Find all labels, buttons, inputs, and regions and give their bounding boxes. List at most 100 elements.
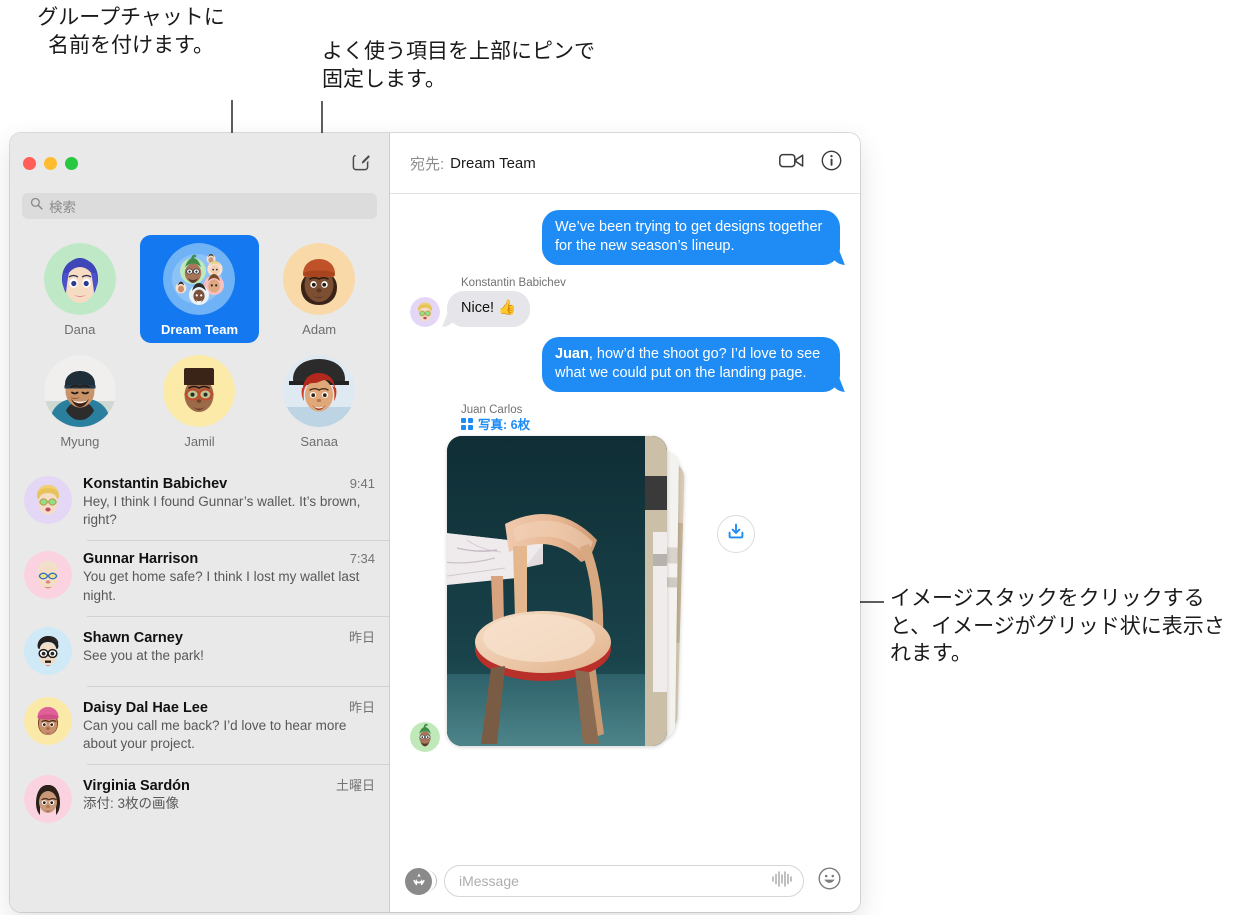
download-icon xyxy=(727,522,745,545)
minimize-button[interactable] xyxy=(44,156,57,170)
video-camera-icon[interactable] xyxy=(779,152,804,174)
list-item-time: 9:41 xyxy=(349,476,375,491)
avatar xyxy=(163,355,236,427)
conversation-pane: 宛先: Dream Team We’ve been trying to get … xyxy=(390,133,860,912)
callout-image-stack: イメージスタックをクリックすると、イメージがグリッド状に表示されます。 xyxy=(890,587,1225,666)
emoji-picker-button[interactable] xyxy=(816,867,842,895)
list-item[interactable]: Shawn Carney 昨日 See you at the park! xyxy=(10,615,389,686)
message-mention: Juan xyxy=(555,346,589,363)
pinned-conversations: Dana Dream Team Adam Myung Jamil Sanaa xyxy=(10,229,389,465)
image-stack[interactable] xyxy=(447,435,685,752)
search-icon xyxy=(30,197,43,215)
avatar xyxy=(24,626,72,675)
pinned-chat-label: Myung xyxy=(60,434,100,449)
message-group-incoming: Konstantin Babichev Nice! 👍 xyxy=(410,277,840,328)
pinned-chat-jamil[interactable]: Jamil xyxy=(140,347,260,455)
list-item-time: 土曜日 xyxy=(335,778,375,794)
pinned-chat-dream-team[interactable]: Dream Team xyxy=(139,235,260,343)
search-input[interactable]: 検索 xyxy=(22,193,377,219)
download-button[interactable] xyxy=(717,514,755,553)
attachment-sender-name: Juan Carlos xyxy=(461,404,523,417)
avatar xyxy=(24,476,72,524)
list-item-name: Daisy Dal Hae Lee xyxy=(83,699,208,716)
avatar xyxy=(283,355,356,427)
conversation-header: 宛先: Dream Team xyxy=(390,133,860,194)
emoji-smiley-icon xyxy=(817,867,841,895)
avatar xyxy=(410,297,440,328)
callout-pin-favorites: よく使う項目を上部にピンで固定します。 xyxy=(322,40,595,91)
list-item[interactable]: Virginia Sardón 土曜日 添付: 3枚の画像 xyxy=(10,764,389,834)
imessage-input[interactable]: iMessage xyxy=(444,865,804,897)
pinned-chat-label: Sanaa xyxy=(300,434,338,449)
message-bubble-outgoing[interactable]: Juan, how’d the shoot go? I’d love to se… xyxy=(542,337,840,393)
avatar xyxy=(24,775,72,824)
message-row-outgoing: We’ve been trying to get designs togethe… xyxy=(410,210,840,266)
search-placeholder: 検索 xyxy=(49,200,76,215)
list-item-body: Konstantin Babichev 9:41 Hey, I think I … xyxy=(83,476,375,529)
attachment-kind-label: 写真: 6枚 xyxy=(478,418,531,433)
info-icon[interactable] xyxy=(821,150,842,176)
window-traffic-lights xyxy=(23,156,78,170)
list-item-time: 7:34 xyxy=(349,551,375,567)
conversation-list: Konstantin Babichev 9:41 Hey, I think I … xyxy=(10,465,389,912)
pinned-chat-label: Dream Team xyxy=(160,322,239,337)
app-store-icon xyxy=(411,871,427,892)
zoom-button[interactable] xyxy=(65,156,78,170)
avatar xyxy=(283,243,356,315)
attachment-header: Juan Carlos 写真: 6枚 xyxy=(461,404,840,433)
list-item-body: Gunnar Harrison 7:34 You get home safe? … xyxy=(83,551,375,604)
avatar xyxy=(43,243,116,315)
list-item-body: Virginia Sardón 土曜日 添付: 3枚の画像 xyxy=(83,775,375,823)
list-item-time: 昨日 xyxy=(348,629,375,645)
app-store-button[interactable] xyxy=(405,867,437,895)
list-item-name: Konstantin Babichev xyxy=(83,476,228,492)
list-item-snippet: See you at the park! xyxy=(83,647,204,663)
message-composer: iMessage xyxy=(390,850,860,912)
attachment-kind[interactable]: 写真: 6枚 xyxy=(461,417,840,433)
imessage-placeholder: iMessage xyxy=(459,873,519,889)
group-avatar xyxy=(163,243,236,315)
photo-grid-icon xyxy=(461,417,473,433)
pinned-chat-dana[interactable]: Dana xyxy=(20,235,140,343)
pinned-chat-adam[interactable]: Adam xyxy=(259,235,379,343)
pinned-chat-sanaa[interactable]: Sanaa xyxy=(259,347,379,455)
list-item-time: 昨日 xyxy=(348,699,375,715)
close-button[interactable] xyxy=(23,156,36,170)
sidebar-titlebar xyxy=(10,133,389,193)
pinned-chat-label: Dana xyxy=(64,322,96,337)
attachment-stack-row xyxy=(410,435,840,752)
avatar xyxy=(43,355,116,427)
list-item-name: Virginia Sardón xyxy=(83,778,190,795)
list-item[interactable]: Konstantin Babichev 9:41 Hey, I think I … xyxy=(10,465,389,540)
avatar xyxy=(410,721,440,752)
messages-window: 検索 Dana Dream Team Adam Myung Jamil Sana… xyxy=(10,133,860,912)
message-thread: We’ve been trying to get designs togethe… xyxy=(390,194,860,850)
list-item[interactable]: Gunnar Harrison 7:34 You get home safe? … xyxy=(10,540,389,615)
pinned-chat-myung[interactable]: Myung xyxy=(20,347,140,455)
pinned-chat-label: Jamil xyxy=(184,434,215,449)
list-item-snippet: Hey, I think I found Gunnar’s wallet. It… xyxy=(83,494,361,528)
list-item[interactable]: Daisy Dal Hae Lee 昨日 Can you call me bac… xyxy=(10,685,389,764)
list-item-snippet: You get home safe? I think I lost my wal… xyxy=(83,569,360,603)
pinned-chat-label: Adam xyxy=(302,322,337,337)
message-bubble-outgoing[interactable]: We’ve been trying to get designs togethe… xyxy=(542,210,840,266)
attachment-block: Juan Carlos 写真: 6枚 xyxy=(410,404,840,752)
recipient-name[interactable]: Dream Team xyxy=(450,155,536,172)
message-bubble-incoming[interactable]: Nice! 👍 xyxy=(447,291,531,328)
message-row-outgoing: Juan, how’d the shoot go? I’d love to se… xyxy=(410,337,840,393)
list-item-snippet: Can you call me back? I’d love to hear m… xyxy=(83,717,347,752)
message-text: , how’d the shoot go? I’d love to see wh… xyxy=(555,346,821,382)
sidebar: 検索 Dana Dream Team Adam Myung Jamil Sana… xyxy=(10,133,390,912)
search-area: 検索 xyxy=(10,193,389,229)
compose-icon[interactable] xyxy=(349,149,375,175)
screenshot-stage: グループチャットに名前を付けます。 よく使う項目を上部にピンで固定します。 イメ… xyxy=(0,0,1250,915)
list-item-body: Daisy Dal Hae Lee 昨日 Can you call me bac… xyxy=(83,697,375,753)
message-row-incoming: Nice! 👍 xyxy=(410,291,840,328)
audio-waveform-icon[interactable] xyxy=(771,870,793,893)
avatar xyxy=(24,551,72,600)
message-sender-name: Konstantin Babichev xyxy=(461,277,566,290)
image-stack-photo[interactable] xyxy=(447,435,667,746)
list-item-name: Shawn Carney xyxy=(83,629,183,646)
avatar xyxy=(24,696,72,745)
list-item-snippet: 添付: 3枚の画像 xyxy=(83,796,180,812)
